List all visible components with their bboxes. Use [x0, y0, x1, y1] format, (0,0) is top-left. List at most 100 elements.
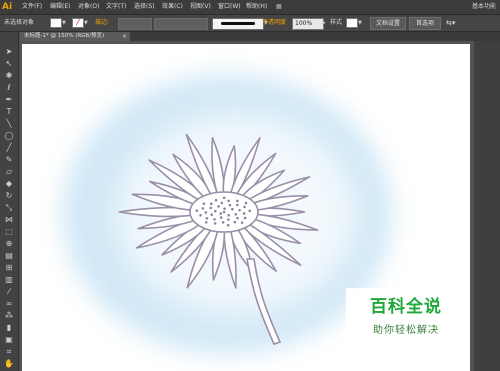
line-tool-icon[interactable]: ╲ — [3, 118, 15, 129]
right-panel-dock[interactable] — [474, 41, 500, 371]
brush-stroke-preview — [221, 22, 255, 25]
free-transform-tool-icon[interactable]: ⬚ — [3, 226, 15, 237]
menu-object[interactable]: 对象(O) — [78, 0, 99, 14]
tools-panel: ➤ ↖ ✱ ℓ ✒ T ╲ ◯ ╱ ✎ ▱ ◆ ↻ ⤡ ⋈ ⬚ ⊕ ▤ ⊞ ▥ … — [0, 32, 19, 371]
menu-help[interactable]: 帮助(H) — [246, 0, 267, 14]
pencil-tool-icon[interactable]: ✎ — [3, 154, 15, 165]
app-logo: Ai — [2, 2, 13, 12]
shape-builder-tool-icon[interactable]: ⊕ — [3, 238, 15, 249]
hand-tool-icon[interactable]: ✋ — [3, 358, 15, 369]
menu-file[interactable]: 文件(F) — [22, 0, 42, 14]
chevron-down-icon[interactable]: ▼ — [84, 19, 89, 27]
chevron-down-icon[interactable]: ▼ — [358, 19, 363, 27]
flower-center-dot — [219, 212, 223, 215]
flower-center-dot — [236, 216, 239, 220]
flower-center-dot — [240, 221, 244, 224]
document-setup-button[interactable]: 文档设置 — [370, 17, 406, 30]
slice-tool-icon[interactable]: ⌗ — [3, 346, 15, 357]
flower-center-dot — [214, 198, 218, 202]
flower-center-dot — [222, 210, 226, 214]
flower-center-dot — [199, 214, 202, 217]
pen-tool-icon[interactable]: ✒ — [3, 94, 15, 105]
document-tab[interactable]: 未标题-1* @ 150% (RGB/预览) × — [20, 32, 130, 41]
graphic-style-swatch[interactable] — [346, 18, 358, 28]
gradient-tool-icon[interactable]: ▥ — [3, 274, 15, 285]
eyedropper-tool-icon[interactable]: ⁄ — [3, 286, 15, 297]
menu-bar: Ai 文件(F) 编辑(E) 对象(O) 文字(T) 选择(S) 效果(C) 视… — [0, 0, 500, 15]
watermark-subtitle: 助你轻松解决 — [373, 325, 439, 336]
rotate-tool-icon[interactable]: ↻ — [3, 190, 15, 201]
opacity-label[interactable]: 不透明度 — [262, 15, 286, 31]
menu-select[interactable]: 选择(S) — [134, 0, 155, 14]
artboard-tool-icon[interactable]: ▣ — [3, 334, 15, 345]
flower-center-dot — [242, 212, 246, 215]
brush-definition[interactable] — [212, 18, 264, 30]
scale-tool-icon[interactable]: ⤡ — [3, 202, 15, 213]
chevron-down-icon[interactable]: ▼ — [62, 19, 67, 27]
type-tool-icon[interactable]: T — [3, 106, 15, 117]
mesh-tool-icon[interactable]: ⊞ — [3, 262, 15, 273]
flower-center-dot — [243, 205, 246, 209]
flower-center-dot — [221, 221, 225, 224]
flower-center-dot — [223, 207, 226, 210]
blend-tool-icon[interactable]: ∞ — [3, 298, 15, 309]
workspace-switcher[interactable]: 基本功能 — [472, 0, 496, 14]
menu-window[interactable]: 窗口(W) — [218, 0, 241, 14]
flower-center-dot — [201, 207, 205, 210]
arrange-documents-icon[interactable]: ⇆▾ — [446, 15, 455, 31]
flower-center-dot — [243, 216, 247, 220]
column-graph-tool-icon[interactable]: ▮ — [3, 322, 15, 333]
menu-effect[interactable]: 效果(C) — [162, 0, 183, 14]
menu-view[interactable]: 视图(V) — [190, 0, 211, 14]
opacity-field[interactable]: 100% — [292, 18, 324, 30]
flower-center-dot — [233, 220, 237, 224]
watermark-title: 百科全说 — [370, 297, 442, 317]
direct-selection-tool-icon[interactable]: ↖ — [3, 58, 15, 69]
flower-center-dot — [204, 221, 208, 224]
flower-center-dot — [213, 222, 217, 225]
flower-center-dot — [213, 217, 216, 221]
flower-center-dot — [209, 206, 213, 210]
chevron-right-icon[interactable]: ▶ — [322, 19, 327, 27]
flower-center-dot — [217, 205, 220, 208]
perspective-grid-tool-icon[interactable]: ▤ — [3, 250, 15, 261]
fill-swatch[interactable] — [50, 18, 62, 28]
flower-center-dot — [227, 218, 230, 221]
ellipse-tool-icon[interactable]: ◯ — [3, 130, 15, 141]
flower-center-dot — [210, 202, 213, 206]
flower-center-dot — [213, 209, 217, 213]
menu-edit[interactable]: 编辑(E) — [50, 0, 70, 14]
flower-center-dot — [202, 202, 206, 205]
preferences-button[interactable]: 首选项 — [409, 17, 441, 30]
symbol-sprayer-tool-icon[interactable]: ⁂ — [3, 310, 15, 321]
magic-wand-tool-icon[interactable]: ✱ — [3, 70, 15, 81]
menu-type[interactable]: 文字(T) — [106, 0, 126, 14]
flower-center-dot — [248, 209, 252, 213]
stroke-label[interactable]: 描边: — [95, 15, 109, 31]
document-tab-title: 未标题-1* @ 150% (RGB/预览) — [24, 33, 105, 39]
flower-center-dot — [227, 199, 230, 203]
stroke-weight-field[interactable] — [118, 18, 152, 30]
bridge-icon[interactable]: ▦ — [276, 0, 282, 14]
flower-center-dot — [228, 203, 232, 207]
flower-center-dot — [244, 201, 248, 205]
lasso-tool-icon[interactable]: ℓ — [3, 82, 15, 93]
watermark-logo: 百科全说 助你轻松解决 — [346, 288, 466, 348]
stroke-none-swatch[interactable]: ⁄ — [72, 18, 84, 28]
width-tool-icon[interactable]: ⋈ — [3, 214, 15, 225]
selection-status: 未选择对象 — [4, 19, 35, 26]
flower-center-dot — [195, 209, 199, 212]
close-icon[interactable]: × — [122, 32, 127, 41]
flower-center-dot — [234, 213, 238, 216]
flower-center-dot — [226, 223, 230, 227]
flower-center-dot — [204, 211, 208, 214]
selection-tool-icon[interactable]: ➤ — [3, 46, 15, 57]
style-label: 样式 — [330, 19, 343, 26]
variable-width-profile[interactable] — [154, 18, 208, 30]
blob-brush-tool-icon[interactable]: ▱ — [3, 166, 15, 177]
document-tab-bar: 未标题-1* @ 150% (RGB/预览) × — [20, 32, 500, 41]
eraser-tool-icon[interactable]: ◆ — [3, 178, 15, 189]
flower-center-dot — [219, 216, 223, 219]
flower-center-dot — [236, 199, 239, 203]
paintbrush-tool-icon[interactable]: ╱ — [3, 142, 15, 153]
